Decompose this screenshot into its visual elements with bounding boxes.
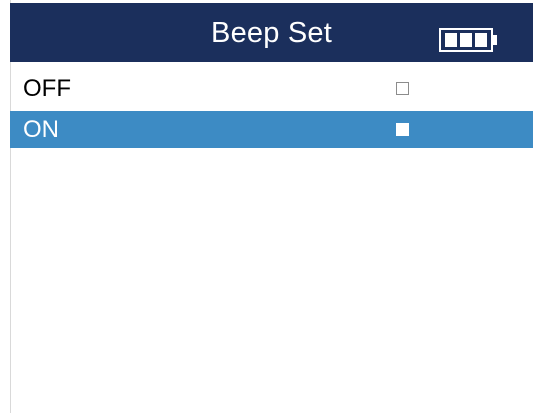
option-label: ON xyxy=(23,116,59,143)
option-off[interactable]: OFF xyxy=(10,70,533,107)
checkbox-unchecked-icon[interactable] xyxy=(396,82,409,95)
option-list: OFF ON xyxy=(10,70,533,148)
battery-full-icon xyxy=(439,28,497,52)
title-bar: Beep Set xyxy=(10,3,533,62)
option-label: OFF xyxy=(23,75,71,102)
option-on[interactable]: ON xyxy=(10,111,533,148)
checkbox-checked-icon[interactable] xyxy=(396,123,409,136)
beep-set-screen: Beep Set OFF ON xyxy=(0,0,533,413)
